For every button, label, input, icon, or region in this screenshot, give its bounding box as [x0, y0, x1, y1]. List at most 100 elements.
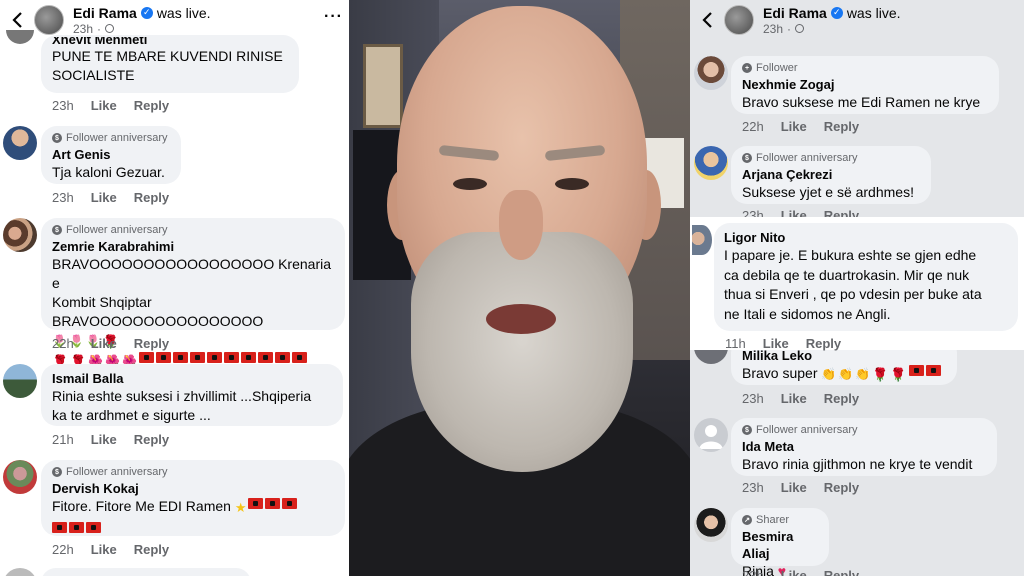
avatar[interactable]	[694, 56, 728, 90]
reply-button[interactable]: Reply	[134, 190, 169, 205]
reply-button[interactable]: Reply	[806, 336, 841, 351]
back-arrow-icon[interactable]	[6, 9, 28, 31]
comment-bubble: Ligor Nito I papare je. E bukura eshte s…	[714, 223, 1018, 331]
comment-text: Tja kaloni Gezuar.	[52, 164, 165, 180]
live-status: was live.	[846, 4, 901, 21]
reply-button[interactable]: Reply	[824, 480, 859, 495]
comment-text: thua si Enveri , qe po vdesin per buke a…	[724, 286, 982, 302]
comment-text: BRAVOOOOOOOOOOOOOOOOO Krenaria e	[52, 256, 332, 291]
avatar[interactable]	[692, 225, 712, 255]
reply-button[interactable]: Reply	[134, 336, 169, 351]
like-button[interactable]: Like	[91, 190, 117, 205]
avatar[interactable]	[6, 30, 34, 44]
comment-actions: 21h Like Reply	[52, 432, 169, 447]
avatar[interactable]	[694, 508, 728, 542]
commenter-name[interactable]: Ismail Balla	[52, 370, 332, 387]
comment-actions: 11h Like Reply	[725, 336, 841, 351]
live-video-frame[interactable]	[349, 0, 690, 576]
avatar[interactable]	[3, 568, 37, 576]
comment-time[interactable]: 23h	[52, 190, 74, 205]
comment-actions: 23h Like Reply	[52, 98, 169, 113]
like-button[interactable]: Like	[91, 98, 117, 113]
comment-actions: 22h Like Reply	[742, 119, 859, 134]
like-button[interactable]: Like	[781, 480, 807, 495]
comment-text: Rinia eshte suksesi i zhvillimit ...Shqi…	[52, 388, 312, 404]
globe-icon	[795, 24, 805, 33]
page-name[interactable]: Edi Rama	[73, 5, 137, 21]
more-options-icon[interactable]: ···	[324, 8, 343, 26]
comment-bubble: $ Follower anniversary Arjana Çekrezi Suk…	[731, 146, 931, 204]
comment-time[interactable]: 22h	[52, 542, 74, 557]
follower-badge: + Follower	[742, 62, 988, 74]
commenter-name[interactable]: Ligor Nito	[724, 229, 1008, 246]
follower-anniversary-badge: $ Follower anniversary	[52, 466, 334, 478]
avatar[interactable]	[3, 364, 37, 398]
sharer-badge: ↗ Sharer	[742, 514, 818, 526]
speaker-beard	[411, 232, 633, 472]
like-button[interactable]: Like	[91, 542, 117, 557]
comment-time[interactable]: 11h	[725, 336, 746, 351]
comment-time[interactable]: 22h	[742, 119, 764, 134]
follower-icon: +	[742, 63, 752, 73]
comment-time[interactable]: 23h	[742, 480, 764, 495]
comment-text: Bravo suksese me Edi Ramen ne krye	[742, 94, 981, 110]
avatar[interactable]	[3, 460, 37, 494]
comment-time[interactable]: 23h	[742, 391, 764, 406]
comment-text: ka te ardhmet e sigurte ...	[52, 407, 211, 423]
comment-actions: 22h Like Reply	[52, 542, 169, 557]
commenter-name[interactable]: Zemrie Karabrahimi	[52, 238, 334, 255]
back-arrow-icon[interactable]	[696, 9, 718, 31]
comment-text: Suksese yjet e së ardhmes!	[742, 184, 914, 200]
commenter-name[interactable]: Xhevit Mehmeti	[52, 37, 288, 47]
follower-anniversary-badge: $ Follower anniversary	[52, 224, 334, 236]
commenter-name[interactable]: Nexhmie Zogaj	[742, 76, 988, 93]
like-button[interactable]: Like	[91, 432, 117, 447]
comment-time[interactable]: 23h	[52, 98, 74, 113]
commenter-name[interactable]: Art Genis	[52, 146, 170, 163]
like-button[interactable]: Like	[763, 336, 789, 351]
reply-button[interactable]: Reply	[824, 568, 859, 576]
live-status: was live.	[156, 4, 211, 21]
page-avatar[interactable]	[34, 5, 64, 35]
comment-time[interactable]: 23h	[742, 568, 764, 576]
page-name[interactable]: Edi Rama	[763, 5, 827, 21]
like-button[interactable]: Like	[781, 568, 807, 576]
like-button[interactable]: Like	[91, 336, 117, 351]
comment-time[interactable]: 22h	[52, 336, 74, 351]
comment-text: PUNE TE MBARE KUVENDI RINISE	[52, 48, 283, 64]
like-button[interactable]: Like	[781, 119, 807, 134]
highlighted-comment: Ligor Nito I papare je. E bukura eshte s…	[690, 217, 1024, 351]
comment-bubble: $ Follower anniversary Ida Meta Bravo rin…	[731, 418, 997, 476]
sharer-icon: ↗	[742, 515, 752, 525]
reply-button[interactable]: Reply	[134, 542, 169, 557]
reply-button[interactable]: Reply	[824, 391, 859, 406]
default-avatar-icon[interactable]	[694, 418, 728, 452]
comment-actions: 23h Like Reply	[52, 190, 169, 205]
page-avatar[interactable]	[724, 5, 754, 35]
comment-bubble: ↗ Sharer Besmira Aliaj Rinia ♥	[731, 508, 829, 576]
follower-anniversary-badge: $ Follower anniversary	[742, 424, 986, 436]
post-time[interactable]: 23h	[763, 22, 783, 36]
commenter-name[interactable]: Dervish Kokaj	[52, 480, 334, 497]
reply-button[interactable]: Reply	[134, 432, 169, 447]
comment-bubble: + Follower Nexhmie Zogaj Bravo suksese me…	[731, 56, 999, 114]
anniversary-icon: $	[742, 153, 752, 163]
reply-button[interactable]: Reply	[134, 98, 169, 113]
comment-text: BRAVOOOOOOOOOOOOOOOO	[52, 313, 264, 329]
post-time[interactable]: 23h	[73, 22, 93, 36]
comment-text: Fitore. Fitore Me EDI Ramen	[52, 498, 231, 514]
comment-text: ca debila qe te duartrokasin. Mir qe nuk	[724, 266, 970, 283]
anniversary-icon: $	[52, 225, 62, 235]
avatar[interactable]	[3, 218, 37, 252]
commenter-name[interactable]: Arjana Çekrezi	[742, 166, 920, 183]
verified-badge-icon: ✓	[140, 6, 153, 19]
reply-button[interactable]: Reply	[824, 119, 859, 134]
commenter-name[interactable]: Ida Meta	[742, 438, 986, 455]
avatar[interactable]	[3, 126, 37, 160]
avatar[interactable]	[694, 146, 728, 180]
commenter-name[interactable]: Besmira Aliaj	[742, 528, 818, 562]
comment-time[interactable]: 21h	[52, 432, 74, 447]
verified-badge-icon: ✓	[830, 6, 843, 19]
comment-bubble: $ Follower anniversary Art Genis Tja kalo…	[41, 126, 181, 184]
like-button[interactable]: Like	[781, 391, 807, 406]
